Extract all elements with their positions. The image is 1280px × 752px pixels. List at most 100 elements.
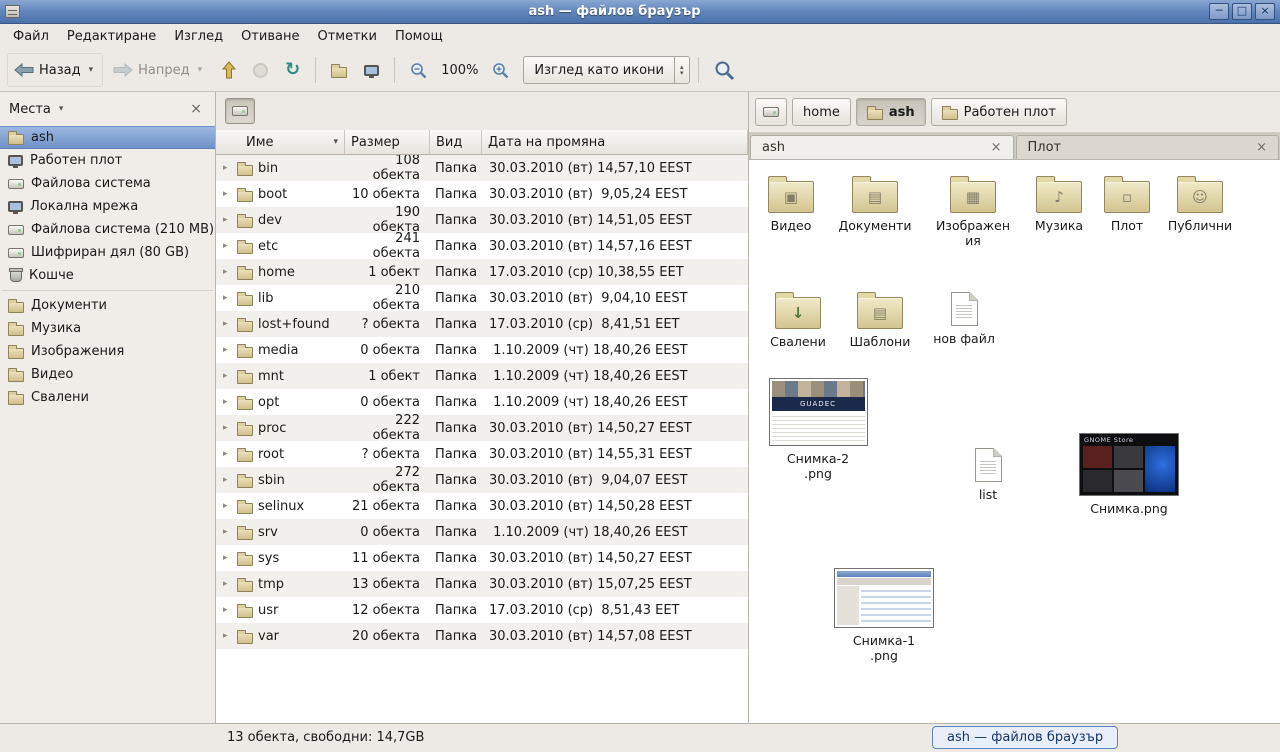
icon-view-item-list[interactable]: list <box>946 448 1030 502</box>
table-row[interactable]: ▸var20 обектаПапка30.03.2010 (вт) 14,57,… <box>216 623 748 649</box>
icon-view-item-snimka[interactable]: GNOME Store Снимка.png <box>1078 433 1180 516</box>
table-row[interactable]: ▸srv0 обектаПапка 1.10.2009 (чт) 18,40,2… <box>216 519 748 545</box>
icon-view-item-templates[interactable]: ▤ Шаблони <box>838 290 922 349</box>
expander-icon[interactable]: ▸ <box>223 423 232 433</box>
close-button[interactable]: × <box>1255 3 1275 20</box>
table-row[interactable]: ▸root? обектаПапка30.03.2010 (вт) 14,55,… <box>216 441 748 467</box>
sidebar-item-documents[interactable]: Документи <box>0 294 215 317</box>
forward-button[interactable]: Напред ▾ <box>106 53 212 87</box>
sidebar-item-encrypted[interactable]: Шифриран дял (80 GB) <box>0 241 215 264</box>
sidebar-mode-chevron-icon[interactable]: ▾ <box>56 98 67 120</box>
table-row[interactable]: ▸sbin272 обектаПапка30.03.2010 (вт) 9,04… <box>216 467 748 493</box>
table-row[interactable]: ▸usr12 обектаПапка17.03.2010 (ср) 8,51,4… <box>216 597 748 623</box>
table-row[interactable]: ▸boot10 обектаПапка30.03.2010 (вт) 9,05,… <box>216 181 748 207</box>
icon-view-item-documents[interactable]: ▤ Документи <box>833 174 917 233</box>
sidebar-item-desktop[interactable]: Работен плот <box>0 149 215 172</box>
tab-ash[interactable]: ash × <box>750 135 1014 159</box>
expander-icon[interactable]: ▸ <box>223 267 232 277</box>
sidebar-item-videos[interactable]: Видео <box>0 363 215 386</box>
table-row[interactable]: ▸dev190 обектаПапка30.03.2010 (вт) 14,51… <box>216 207 748 233</box>
stop-button[interactable] <box>246 57 275 84</box>
expander-icon[interactable]: ▸ <box>223 501 232 511</box>
sidebar-item-downloads[interactable]: Свалени <box>0 386 215 409</box>
path-home-button[interactable]: home <box>792 98 851 126</box>
column-header-type[interactable]: Вид <box>430 130 482 155</box>
icon-view-item-video[interactable]: ▣ Видео <box>749 174 833 233</box>
expander-icon[interactable]: ▸ <box>223 163 232 173</box>
table-row[interactable]: ▸opt0 обектаПапка 1.10.2009 (чт) 18,40,2… <box>216 389 748 415</box>
column-header-date[interactable]: Дата на промяна <box>482 130 748 155</box>
sidebar-item-ash[interactable]: ash <box>0 126 215 149</box>
sidebar-title[interactable]: Места <box>9 102 51 117</box>
expander-icon[interactable]: ▸ <box>223 605 232 615</box>
menu-view[interactable]: Изглед <box>165 26 232 47</box>
expander-icon[interactable]: ▸ <box>223 449 232 459</box>
sidebar-item-trash[interactable]: Кошче <box>0 264 215 287</box>
expander-icon[interactable]: ▸ <box>223 553 232 563</box>
expander-icon[interactable]: ▸ <box>223 189 232 199</box>
zoom-out-button[interactable] <box>403 56 434 85</box>
zoom-in-button[interactable] <box>485 56 516 85</box>
minimize-button[interactable]: ─ <box>1209 3 1229 20</box>
expander-icon[interactable]: ▸ <box>223 397 232 407</box>
expander-icon[interactable]: ▸ <box>223 215 232 225</box>
table-row[interactable]: ▸etc241 обектаПапка30.03.2010 (вт) 14,57… <box>216 233 748 259</box>
table-row[interactable]: ▸tmp13 обектаПапка30.03.2010 (вт) 15,07,… <box>216 571 748 597</box>
menu-help[interactable]: Помощ <box>386 26 452 47</box>
view-mode-select[interactable]: Изглед като икони ▴▾ <box>523 56 689 84</box>
menu-bookmarks[interactable]: Отметки <box>308 26 385 47</box>
tab-plot[interactable]: Плот × <box>1016 135 1280 159</box>
expander-icon[interactable]: ▸ <box>223 319 232 329</box>
sidebar-close-icon[interactable]: × <box>186 101 206 117</box>
maximize-button[interactable]: □ <box>1232 3 1252 20</box>
expander-icon[interactable]: ▸ <box>223 345 232 355</box>
sidebar-item-filesystem-210[interactable]: Файлова система (210 MB) <box>0 218 215 241</box>
sidebar-item-filesystem[interactable]: Файлова система <box>0 172 215 195</box>
root-path-button[interactable] <box>225 98 255 124</box>
up-button[interactable] <box>215 55 243 85</box>
window-list-button[interactable]: ash — файлов браузър <box>932 726 1118 749</box>
expander-icon[interactable]: ▸ <box>223 527 232 537</box>
table-row[interactable]: ▸media0 обектаПапка 1.10.2009 (чт) 18,40… <box>216 337 748 363</box>
icon-view-item-desktop[interactable]: ▫ Плот <box>1085 174 1169 233</box>
path-desktop-button[interactable]: Работен плот <box>931 98 1067 126</box>
table-row[interactable]: ▸mnt1 обектПапка 1.10.2009 (чт) 18,40,26… <box>216 363 748 389</box>
menu-go[interactable]: Отиване <box>232 26 308 47</box>
sidebar-item-pictures[interactable]: Изображения <box>0 340 215 363</box>
icon-view[interactable]: ▣ Видео ▤ Документи ▦ Изображения ♪ Музи… <box>749 160 1280 723</box>
icon-view-item-public[interactable]: ☺ Публични <box>1158 174 1242 233</box>
table-row[interactable]: ▸sys11 обектаПапка30.03.2010 (вт) 14,50,… <box>216 545 748 571</box>
icon-view-item-new-file[interactable]: нов файл <box>922 292 1006 346</box>
table-row[interactable]: ▸proc222 обектаПапка30.03.2010 (вт) 14,5… <box>216 415 748 441</box>
icon-view-item-snimka2[interactable]: GUADEC Снимка-2.png <box>767 378 869 481</box>
home-button[interactable] <box>324 57 354 84</box>
icon-view-item-snimka1[interactable]: Снимка-1.png <box>833 568 935 663</box>
menu-edit[interactable]: Редактиране <box>58 26 165 47</box>
back-button[interactable]: Назад ▾ <box>7 53 103 87</box>
column-header-size[interactable]: Размер <box>345 130 430 155</box>
expander-icon[interactable]: ▸ <box>223 579 232 589</box>
expander-icon[interactable]: ▸ <box>223 241 232 251</box>
expander-icon[interactable]: ▸ <box>223 293 232 303</box>
sidebar-item-network[interactable]: Локална мрежа <box>0 195 215 218</box>
icon-view-item-pictures[interactable]: ▦ Изображения <box>931 174 1015 248</box>
menu-file[interactable]: Файл <box>4 26 58 47</box>
table-row[interactable]: ▸lib210 обектаПапка30.03.2010 (вт) 9,04,… <box>216 285 748 311</box>
titlebar[interactable]: ash — файлов браузър ─ □ × <box>0 0 1280 24</box>
table-row[interactable]: ▸bin108 обектаПапка30.03.2010 (вт) 14,57… <box>216 155 748 181</box>
expander-icon[interactable]: ▸ <box>223 475 232 485</box>
tab-close-icon[interactable]: × <box>1256 140 1267 155</box>
computer-button[interactable] <box>357 59 386 82</box>
path-root-button[interactable] <box>755 98 787 126</box>
tab-close-icon[interactable]: × <box>991 140 1002 155</box>
icon-view-item-downloads[interactable]: ↓ Свалени <box>756 290 840 349</box>
expander-icon[interactable]: ▸ <box>223 371 232 381</box>
path-ash-button[interactable]: ash <box>856 98 926 126</box>
table-row[interactable]: ▸home1 обектПапка17.03.2010 (ср) 10,38,5… <box>216 259 748 285</box>
sidebar-item-music[interactable]: Музика <box>0 317 215 340</box>
search-button[interactable] <box>707 54 742 87</box>
table-row[interactable]: ▸lost+found? обектаПапка17.03.2010 (ср) … <box>216 311 748 337</box>
table-row[interactable]: ▸selinux21 обектаПапка30.03.2010 (вт) 14… <box>216 493 748 519</box>
expander-icon[interactable]: ▸ <box>223 631 232 641</box>
column-header-name[interactable]: Име ▾ <box>216 130 345 155</box>
